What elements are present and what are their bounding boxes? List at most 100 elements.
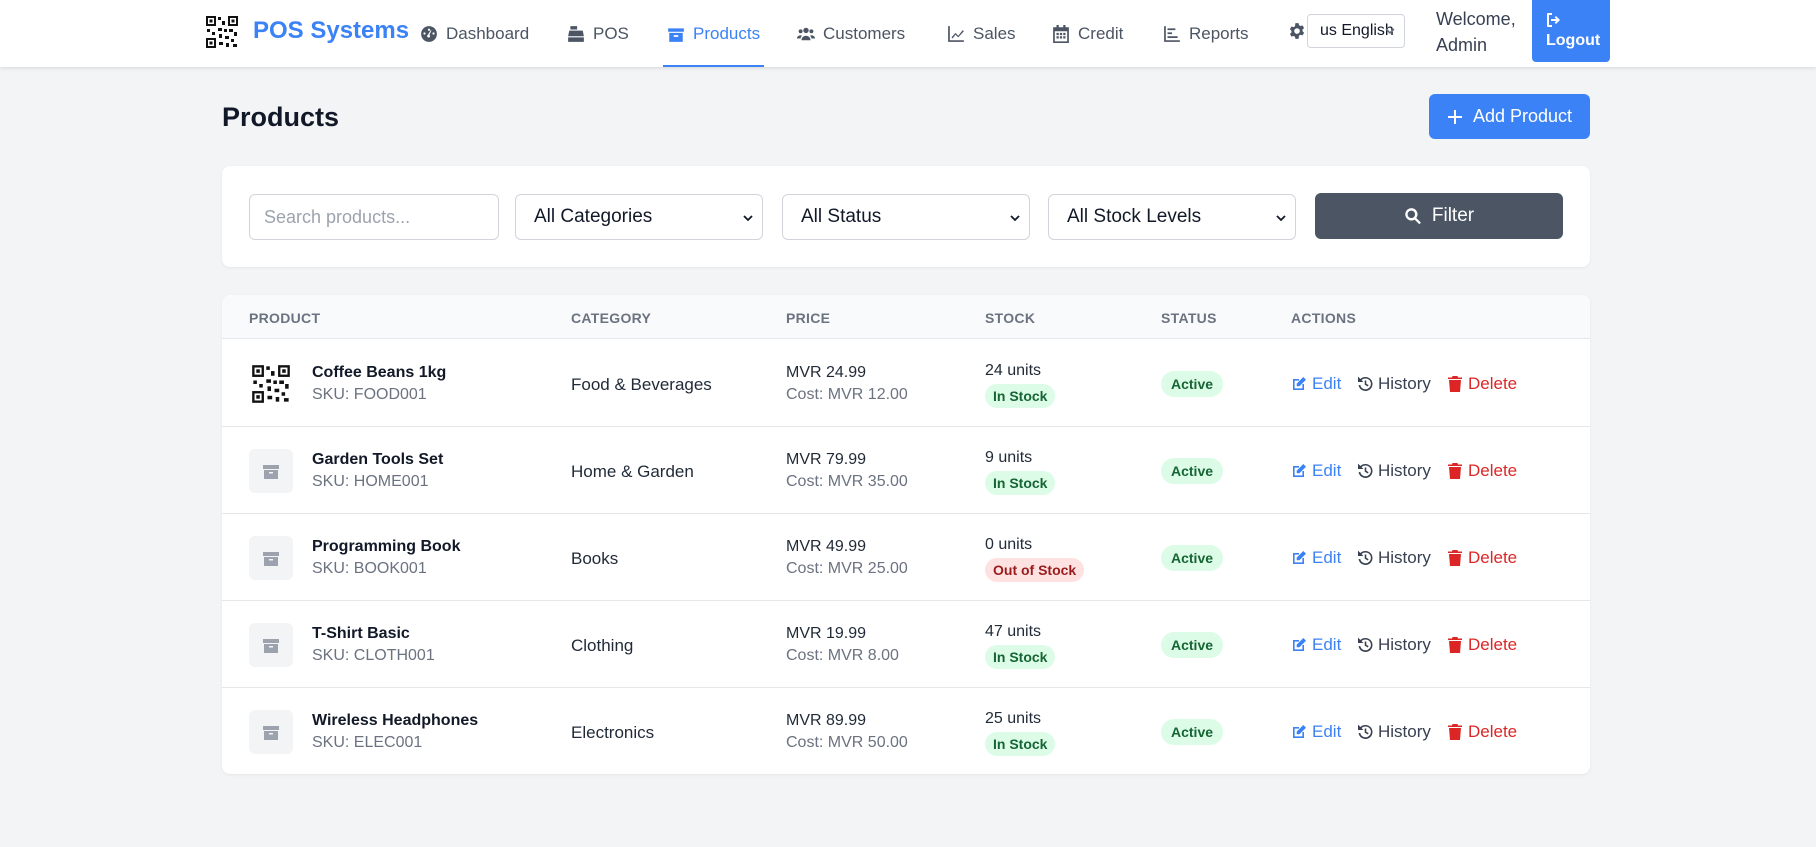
stock-badge: In Stock [985, 384, 1056, 408]
product-cost: Cost: MVR 12.00 [786, 386, 908, 403]
nav-item-sales[interactable]: Sales [947, 0, 1016, 67]
category-select[interactable]: All Categories [515, 194, 763, 240]
edit-icon [1293, 464, 1306, 477]
add-product-label: Add Product [1472, 106, 1573, 126]
delete-button[interactable]: Delete [1447, 635, 1517, 655]
table-row: Garden Tools Set SKU: HOME001 Home & Gar… [222, 427, 1590, 514]
trash-icon [1448, 724, 1462, 740]
bar-chart-icon [1164, 25, 1180, 42]
delete-label: Delete [1468, 374, 1518, 393]
product-cost: Cost: MVR 25.00 [786, 560, 908, 577]
delete-button[interactable]: Delete [1447, 548, 1517, 568]
nav-label-customers: Customers [823, 23, 906, 43]
stock-badge: Out of Stock [985, 558, 1085, 582]
history-button[interactable]: History [1357, 635, 1431, 655]
language-select[interactable]: us English [1307, 14, 1405, 48]
edit-icon [1293, 551, 1306, 564]
edit-label: Edit [1312, 722, 1342, 741]
chart-line-icon [948, 25, 964, 42]
logout-button[interactable]: Logout [1532, 0, 1610, 62]
product-price: MVR 89.99 [786, 712, 867, 729]
nav-label-pos: POS [593, 23, 629, 43]
history-button[interactable]: History [1357, 461, 1431, 481]
stock-badge: In Stock [985, 732, 1056, 756]
search-input[interactable] [249, 194, 499, 240]
box-icon [263, 465, 279, 479]
status-select-value: All Status [801, 206, 882, 227]
nav-item-pos[interactable]: POS [567, 0, 629, 67]
edit-label: Edit [1312, 635, 1342, 654]
history-label: History [1378, 374, 1431, 393]
edit-icon [1293, 377, 1306, 390]
product-name: Programming Book [312, 538, 461, 555]
qr-logo-icon[interactable] [205, 15, 239, 49]
product-sku: SKU: ELEC001 [312, 734, 423, 751]
box-icon [668, 27, 684, 42]
edit-button[interactable]: Edit [1291, 722, 1341, 742]
trash-icon [1448, 550, 1462, 566]
table-row: Programming Book SKU: BOOK001 Books MVR … [222, 514, 1590, 601]
product-price: MVR 19.99 [786, 625, 867, 642]
status-badge: Active [1161, 371, 1224, 397]
sign-out-icon [1547, 13, 1560, 27]
product-units: 9 units [985, 449, 1033, 466]
column-header-status: STATUS [1161, 310, 1217, 326]
product-category: Food & Beverages [571, 375, 712, 394]
box-icon [263, 552, 279, 566]
delete-button[interactable]: Delete [1447, 722, 1517, 742]
product-sku: SKU: FOOD001 [312, 386, 427, 403]
product-name: Wireless Headphones [312, 712, 479, 729]
delete-button[interactable]: Delete [1447, 461, 1517, 481]
history-label: History [1378, 548, 1431, 567]
nav-item-products[interactable]: Products [662, 0, 765, 67]
stock-select[interactable]: All Stock Levels [1048, 194, 1296, 240]
table-row: T-Shirt Basic SKU: CLOTH001 Clothing MVR… [222, 601, 1590, 688]
trash-icon [1448, 637, 1462, 653]
brand-title[interactable]: POS Systems [253, 17, 409, 45]
stock-select-value: All Stock Levels [1067, 206, 1202, 227]
product-thumbnail [249, 623, 293, 667]
history-button[interactable]: History [1357, 722, 1431, 742]
edit-button[interactable]: Edit [1291, 635, 1341, 655]
chevron-down-icon [743, 215, 753, 222]
history-button[interactable]: History [1357, 374, 1431, 394]
delete-label: Delete [1468, 461, 1518, 480]
history-button[interactable]: History [1357, 548, 1431, 568]
search-icon [1405, 208, 1421, 225]
column-header-stock: STOCK [985, 310, 1036, 326]
delete-label: Delete [1468, 635, 1518, 654]
edit-button[interactable]: Edit [1291, 461, 1341, 481]
history-icon [1358, 724, 1373, 739]
product-category: Books [571, 549, 619, 568]
table-header: PRODUCT CATEGORY PRICE STOCK STATUS ACTI… [222, 295, 1590, 339]
nav-item-customers[interactable]: Customers [797, 0, 905, 67]
product-qr-image [251, 364, 291, 404]
product-cost: Cost: MVR 35.00 [786, 473, 908, 490]
delete-button[interactable]: Delete [1447, 374, 1517, 394]
product-cost: Cost: MVR 8.00 [786, 647, 899, 664]
product-units: 0 units [985, 536, 1033, 553]
status-badge: Active [1161, 632, 1224, 658]
nav-item-reports[interactable]: Reports [1163, 0, 1249, 67]
product-name: Coffee Beans 1kg [312, 364, 447, 381]
add-product-button[interactable]: Add Product [1429, 94, 1590, 139]
status-badge: Active [1161, 719, 1224, 745]
plus-icon [1447, 109, 1462, 124]
nav-label-sales: Sales [973, 23, 1016, 43]
filter-button-label: Filter [1431, 205, 1475, 226]
product-category: Home & Garden [571, 462, 694, 481]
nav-item-dashboard[interactable]: Dashboard [420, 0, 529, 67]
welcome-text: Welcome, Admin [1436, 9, 1516, 55]
calendar-icon [1053, 24, 1069, 43]
status-select[interactable]: All Status [782, 194, 1030, 240]
edit-label: Edit [1312, 548, 1342, 567]
edit-button[interactable]: Edit [1291, 374, 1341, 394]
filter-button[interactable]: Filter [1315, 193, 1563, 239]
history-icon [1358, 463, 1373, 478]
gear-icon[interactable] [1288, 22, 1306, 40]
nav-item-credit[interactable]: Credit [1052, 0, 1123, 67]
product-name: Garden Tools Set [312, 451, 444, 468]
edit-button[interactable]: Edit [1291, 548, 1341, 568]
page-title: Products [222, 102, 340, 132]
status-badge: Active [1161, 458, 1224, 484]
